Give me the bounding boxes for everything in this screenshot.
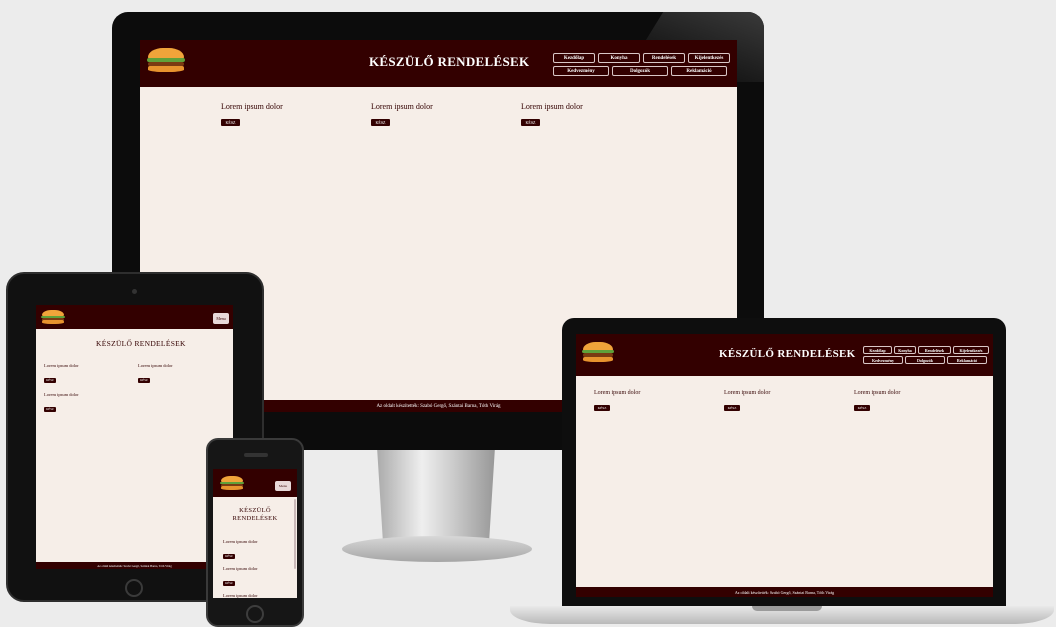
main-nav: Kezdőlap Konyha Rendelések Kijelentkezés bbox=[863, 346, 989, 354]
order-title: Lorem ipsum dolor bbox=[138, 363, 173, 368]
monitor-base bbox=[342, 536, 532, 562]
order-title: Lorem ipsum dolor bbox=[371, 102, 433, 111]
kesz-button[interactable]: KÉSZ bbox=[371, 119, 390, 126]
nav-rendelesek[interactable]: Rendelések bbox=[918, 346, 951, 354]
site-footer: Az oldalt készítették: Szabó Gergő, Szán… bbox=[576, 587, 993, 597]
phone-scrollbar[interactable] bbox=[294, 499, 296, 569]
page-title: KÉSZÜLŐ RENDELÉSEK bbox=[96, 339, 186, 348]
nav-kijelentkezes[interactable]: Kijelentkezés bbox=[953, 346, 989, 354]
page-title: KÉSZÜLŐ RENDELÉSEK bbox=[213, 507, 297, 523]
nav-dolgozok[interactable]: Dolgozók bbox=[905, 356, 945, 364]
nav-reklamacio[interactable]: Reklamáció bbox=[947, 356, 987, 364]
order-card: Lorem ipsum dolor KÉSZ bbox=[44, 392, 79, 415]
site-header: KÉSZÜLŐ RENDELÉSEK Kezdőlap Konyha Rende… bbox=[576, 334, 993, 376]
tablet-screen: Menu KÉSZÜLŐ RENDELÉSEK Lorem ipsum dolo… bbox=[36, 305, 233, 569]
order-title: Lorem ipsum dolor bbox=[223, 593, 258, 598]
nav-kezdolap[interactable]: Kezdőlap bbox=[863, 346, 892, 354]
kesz-button[interactable]: KÉSZ bbox=[223, 580, 235, 586]
kesz-button[interactable]: KÉSZ bbox=[221, 119, 240, 126]
site-header: Menu bbox=[36, 305, 233, 329]
kesz-button[interactable]: KÉSZ bbox=[854, 405, 870, 411]
order-card: Lorem ipsum dolor KÉSZ bbox=[371, 102, 433, 129]
kesz-button[interactable]: KÉSZ bbox=[223, 553, 235, 559]
site-header: Menu bbox=[213, 469, 297, 497]
nav-kezdolap[interactable]: Kezdőlap bbox=[553, 53, 595, 63]
order-title: Lorem ipsum dolor bbox=[594, 390, 641, 396]
main-nav-row2: Kedvezmény Dolgozók Reklamáció bbox=[553, 66, 727, 76]
order-title: Lorem ipsum dolor bbox=[44, 392, 79, 397]
page-title: KÉSZÜLŐ RENDELÉSEK bbox=[369, 54, 530, 69]
nav-konyha[interactable]: Konyha bbox=[894, 346, 916, 354]
nav-reklamacio[interactable]: Reklamáció bbox=[671, 66, 727, 76]
order-card: Lorem ipsum dolor KÉSZ bbox=[138, 363, 173, 386]
nav-kedvezmeny[interactable]: Kedvezmény bbox=[553, 66, 609, 76]
nav-konyha[interactable]: Konyha bbox=[598, 53, 640, 63]
order-card: Lorem ipsum dolor KÉSZ bbox=[724, 390, 770, 414]
main-nav: Kezdőlap Konyha Rendelések Kijelentkezés bbox=[553, 53, 730, 63]
phone-home-button bbox=[246, 605, 264, 623]
order-card: Lorem ipsum dolor KÉSZ bbox=[44, 363, 79, 386]
phone-speaker bbox=[244, 453, 268, 457]
nav-rendelesek[interactable]: Rendelések bbox=[643, 53, 685, 63]
order-title: Lorem ipsum dolor bbox=[521, 102, 583, 111]
kesz-button[interactable]: KÉSZ bbox=[138, 377, 150, 383]
burger-icon[interactable] bbox=[41, 310, 65, 324]
order-card: Lorem ipsum dolor KÉSZ bbox=[521, 102, 583, 129]
burger-icon[interactable] bbox=[582, 342, 614, 362]
page-title: KÉSZÜLŐ RENDELÉSEK bbox=[719, 348, 856, 360]
nav-dolgozok[interactable]: Dolgozók bbox=[612, 66, 668, 76]
main-nav-row2: Kedvezmény Dolgozók Reklamáció bbox=[863, 356, 987, 364]
order-card: Lorem ipsum dolor KÉSZ bbox=[223, 539, 258, 562]
order-title: Lorem ipsum dolor bbox=[854, 390, 901, 396]
order-card: Lorem ipsum dolor KÉSZ bbox=[594, 390, 640, 414]
order-title: Lorem ipsum dolor bbox=[223, 566, 258, 571]
tablet-camera bbox=[132, 289, 137, 294]
burger-icon[interactable] bbox=[220, 476, 244, 490]
monitor-stand bbox=[377, 450, 495, 540]
site-header: KÉSZÜLŐ RENDELÉSEK Kezdőlap Konyha Rende… bbox=[140, 40, 737, 87]
tablet-home-button bbox=[125, 579, 143, 597]
order-title: Lorem ipsum dolor bbox=[724, 390, 771, 396]
kesz-button[interactable]: KÉSZ bbox=[594, 405, 610, 411]
phone-screen: Menu KÉSZÜLŐ RENDELÉSEK Lorem ipsum dolo… bbox=[213, 469, 297, 598]
order-card: Lorem ipsum dolor KÉSZ bbox=[854, 390, 900, 414]
order-title: Lorem ipsum dolor bbox=[221, 102, 283, 111]
nav-kijelentkezes[interactable]: Kijelentkezés bbox=[688, 53, 730, 63]
burger-icon[interactable] bbox=[147, 48, 185, 72]
order-card: Lorem ipsum dolor bbox=[223, 593, 258, 598]
order-title: Lorem ipsum dolor bbox=[44, 363, 79, 368]
kesz-button[interactable]: KÉSZ bbox=[44, 377, 56, 383]
site-footer: Az oldalt készítették: Szabó Gergő, Szán… bbox=[36, 562, 233, 569]
order-card: Lorem ipsum dolor KÉSZ bbox=[223, 566, 258, 589]
order-card: Lorem ipsum dolor KÉSZ bbox=[221, 102, 283, 129]
page-title-line2: RENDELÉSEK bbox=[232, 515, 278, 522]
kesz-button[interactable]: KÉSZ bbox=[724, 405, 740, 411]
laptop-screen: KÉSZÜLŐ RENDELÉSEK Kezdőlap Konyha Rende… bbox=[576, 334, 993, 597]
menu-button[interactable]: Menu bbox=[275, 481, 291, 491]
kesz-button[interactable]: KÉSZ bbox=[521, 119, 540, 126]
order-title: Lorem ipsum dolor bbox=[223, 539, 258, 544]
laptop-notch bbox=[752, 606, 822, 611]
kesz-button[interactable]: KÉSZ bbox=[44, 406, 56, 412]
page-title-line1: KÉSZÜLŐ bbox=[239, 507, 271, 514]
menu-button[interactable]: Menu bbox=[213, 313, 229, 324]
nav-kedvezmeny[interactable]: Kedvezmény bbox=[863, 356, 903, 364]
